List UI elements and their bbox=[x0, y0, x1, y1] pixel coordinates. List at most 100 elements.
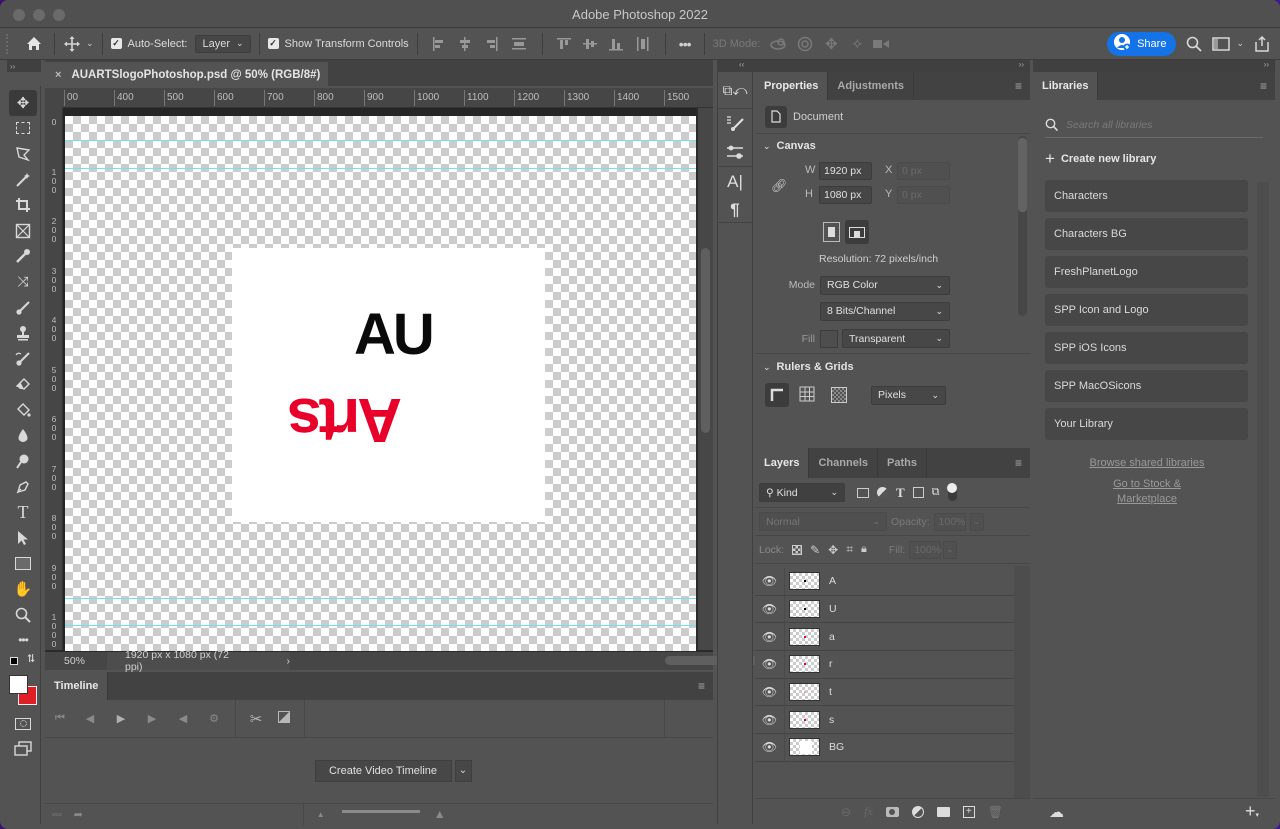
logo-text-au[interactable]: AU bbox=[354, 306, 435, 364]
visibility-eye-icon[interactable]: 👁︎ bbox=[755, 706, 785, 734]
library-item[interactable]: SPP Icon and Logo bbox=[1045, 294, 1248, 326]
minimize-window-button[interactable] bbox=[33, 9, 45, 21]
layer-name[interactable]: r bbox=[829, 658, 833, 670]
align-vertical-centers-icon[interactable] bbox=[577, 37, 603, 51]
layers-scrollbar[interactable] bbox=[1014, 566, 1030, 798]
lock-all-icon[interactable]: 🔒︎ bbox=[861, 543, 867, 556]
filter-shape-layers-icon[interactable] bbox=[912, 487, 924, 498]
new-group-folder-icon[interactable] bbox=[936, 806, 950, 817]
previous-frame-icon[interactable]: ◀︎ bbox=[75, 712, 105, 725]
link-layers-icon[interactable]: ⊖ bbox=[841, 805, 851, 819]
logo-text-arts[interactable]: Arts bbox=[290, 385, 402, 454]
toggle-grid-button[interactable] bbox=[799, 386, 815, 405]
opacity-input[interactable]: 100% bbox=[933, 512, 966, 531]
eyedropper-tool[interactable] bbox=[7, 244, 39, 270]
auto-select-checkbox[interactable]: ✓ Auto-Select: bbox=[110, 38, 187, 50]
transition-icon[interactable] bbox=[270, 711, 298, 726]
layer-name[interactable]: a bbox=[829, 631, 835, 643]
zoom-out-timeline-icon[interactable]: ▲ bbox=[317, 810, 325, 819]
new-layer-icon[interactable]: + bbox=[962, 805, 975, 818]
align-horizontal-centers-icon[interactable] bbox=[452, 36, 478, 51]
tab-adjustments[interactable]: Adjustments bbox=[828, 72, 915, 100]
lock-transparent-pixels-icon[interactable] bbox=[792, 544, 803, 555]
properties-scrollbar[interactable] bbox=[1018, 136, 1027, 316]
collapse-icon[interactable]: ‹‹ bbox=[739, 60, 744, 69]
panel-menu-icon[interactable]: ≡ bbox=[1260, 72, 1267, 100]
workspace-icon[interactable] bbox=[1212, 36, 1231, 51]
audio-icon[interactable]: ◀ bbox=[167, 712, 199, 725]
layer-name[interactable]: BG bbox=[829, 741, 844, 753]
close-document-icon[interactable]: × bbox=[55, 69, 61, 81]
fill-dropdown[interactable]: ⌄ bbox=[943, 540, 958, 559]
timeline-type-dropdown[interactable]: ⌄ bbox=[454, 759, 472, 782]
play-icon[interactable]: ▶ bbox=[105, 712, 137, 725]
zoom-tool[interactable] bbox=[7, 602, 39, 628]
blend-mode-select[interactable]: Normal ⌄ bbox=[759, 512, 887, 531]
canvas[interactable]: AU Arts bbox=[65, 116, 696, 651]
canvas-section-header[interactable]: ⌄ Canvas bbox=[755, 134, 1030, 158]
layer-row[interactable]: 👁︎ BG bbox=[755, 734, 1014, 762]
align-left-edges-icon[interactable] bbox=[426, 36, 452, 51]
zoom-level[interactable]: 50% bbox=[45, 655, 107, 667]
library-item[interactable]: SPP MacOSicons bbox=[1045, 370, 1248, 402]
bit-depth-select[interactable]: 8 Bits/Channel ⌄ bbox=[820, 301, 950, 321]
layer-kind-filter[interactable]: ⚲ Kind ⌄ bbox=[759, 483, 845, 502]
3d-orbit-icon[interactable] bbox=[766, 37, 792, 51]
document-tab[interactable]: × AUARTSlogoPhotoshop.psd @ 50% (RGB/8#) bbox=[45, 62, 328, 88]
tab-libraries[interactable]: Libraries bbox=[1033, 72, 1099, 100]
type-tool[interactable]: T bbox=[7, 500, 39, 526]
visibility-eye-icon[interactable]: 👁︎ bbox=[755, 595, 785, 623]
history-brush-tool[interactable] bbox=[7, 346, 39, 372]
library-item[interactable]: FreshPlanetLogo bbox=[1045, 256, 1248, 288]
frame-tool[interactable] bbox=[7, 218, 39, 244]
options-bar-grip[interactable] bbox=[6, 33, 18, 54]
library-item[interactable]: Characters bbox=[1045, 180, 1248, 212]
chevron-down-icon[interactable]: ⌄ bbox=[86, 38, 94, 49]
layer-row[interactable]: 👁︎ t bbox=[755, 678, 1014, 707]
horizontal-guide[interactable] bbox=[65, 168, 696, 169]
quick-mask-button[interactable] bbox=[7, 711, 39, 737]
filter-toggle-switch[interactable] bbox=[946, 483, 957, 501]
layer-row[interactable]: 👁︎ r bbox=[755, 651, 1014, 679]
horizontal-scrollbar[interactable] bbox=[290, 652, 790, 670]
add-mask-icon[interactable] bbox=[885, 806, 899, 817]
tab-channels[interactable]: Channels bbox=[809, 448, 878, 478]
eraser-tool[interactable] bbox=[7, 372, 39, 398]
horizontal-guide[interactable] bbox=[65, 140, 696, 141]
screen-mode-button[interactable] bbox=[7, 737, 39, 763]
crop-tool[interactable] bbox=[7, 192, 39, 218]
tab-layers[interactable]: Layers bbox=[755, 448, 810, 478]
settings-gear-icon[interactable]: ⚙ bbox=[199, 712, 229, 725]
lock-artboard-icon[interactable]: ⌗ bbox=[846, 542, 853, 557]
panel-menu-icon[interactable]: ≡ bbox=[698, 672, 705, 700]
ruler-units-select[interactable]: Pixels ⌄ bbox=[871, 385, 946, 405]
pen-tool[interactable] bbox=[7, 474, 39, 500]
horizontal-guide[interactable] bbox=[65, 598, 696, 599]
y-input[interactable]: 0 px bbox=[897, 186, 950, 204]
toggle-rulers-button[interactable] bbox=[765, 383, 789, 407]
home-icon[interactable] bbox=[22, 36, 46, 51]
character-panel-button[interactable]: A| bbox=[718, 167, 752, 197]
lasso-tool[interactable] bbox=[7, 141, 39, 167]
fx-icon[interactable]: fx bbox=[864, 804, 873, 819]
layer-name[interactable]: U bbox=[829, 603, 837, 615]
move-tool[interactable]: ✥ bbox=[9, 90, 37, 116]
tab-paths[interactable]: Paths bbox=[878, 448, 927, 478]
canvas-viewport[interactable]: AU Arts bbox=[63, 108, 696, 651]
library-search[interactable]: Search all libraries bbox=[1045, 112, 1263, 138]
portrait-orientation-button[interactable] bbox=[823, 222, 840, 242]
browse-shared-libraries-link[interactable]: Browse shared libraries bbox=[1090, 457, 1205, 469]
edit-toolbar-button[interactable]: ••• bbox=[7, 627, 39, 653]
foreground-color-swatch[interactable] bbox=[9, 675, 28, 695]
visibility-eye-icon[interactable]: 👁︎ bbox=[755, 568, 785, 595]
delete-layer-trash-icon[interactable]: 🗑︎ bbox=[988, 805, 1003, 819]
filter-type-layers-icon[interactable]: T bbox=[896, 485, 905, 501]
share-button[interactable]: Share bbox=[1107, 31, 1177, 56]
move-tool-preset-icon[interactable] bbox=[63, 35, 81, 53]
magic-wand-tool[interactable] bbox=[7, 167, 39, 193]
ruler-origin[interactable] bbox=[45, 88, 63, 108]
library-item[interactable]: Your Library bbox=[1045, 408, 1248, 440]
new-adjustment-layer-icon[interactable] bbox=[911, 805, 924, 818]
clone-stamp-tool[interactable] bbox=[7, 320, 39, 346]
visibility-eye-icon[interactable]: 👁︎ bbox=[755, 734, 785, 761]
